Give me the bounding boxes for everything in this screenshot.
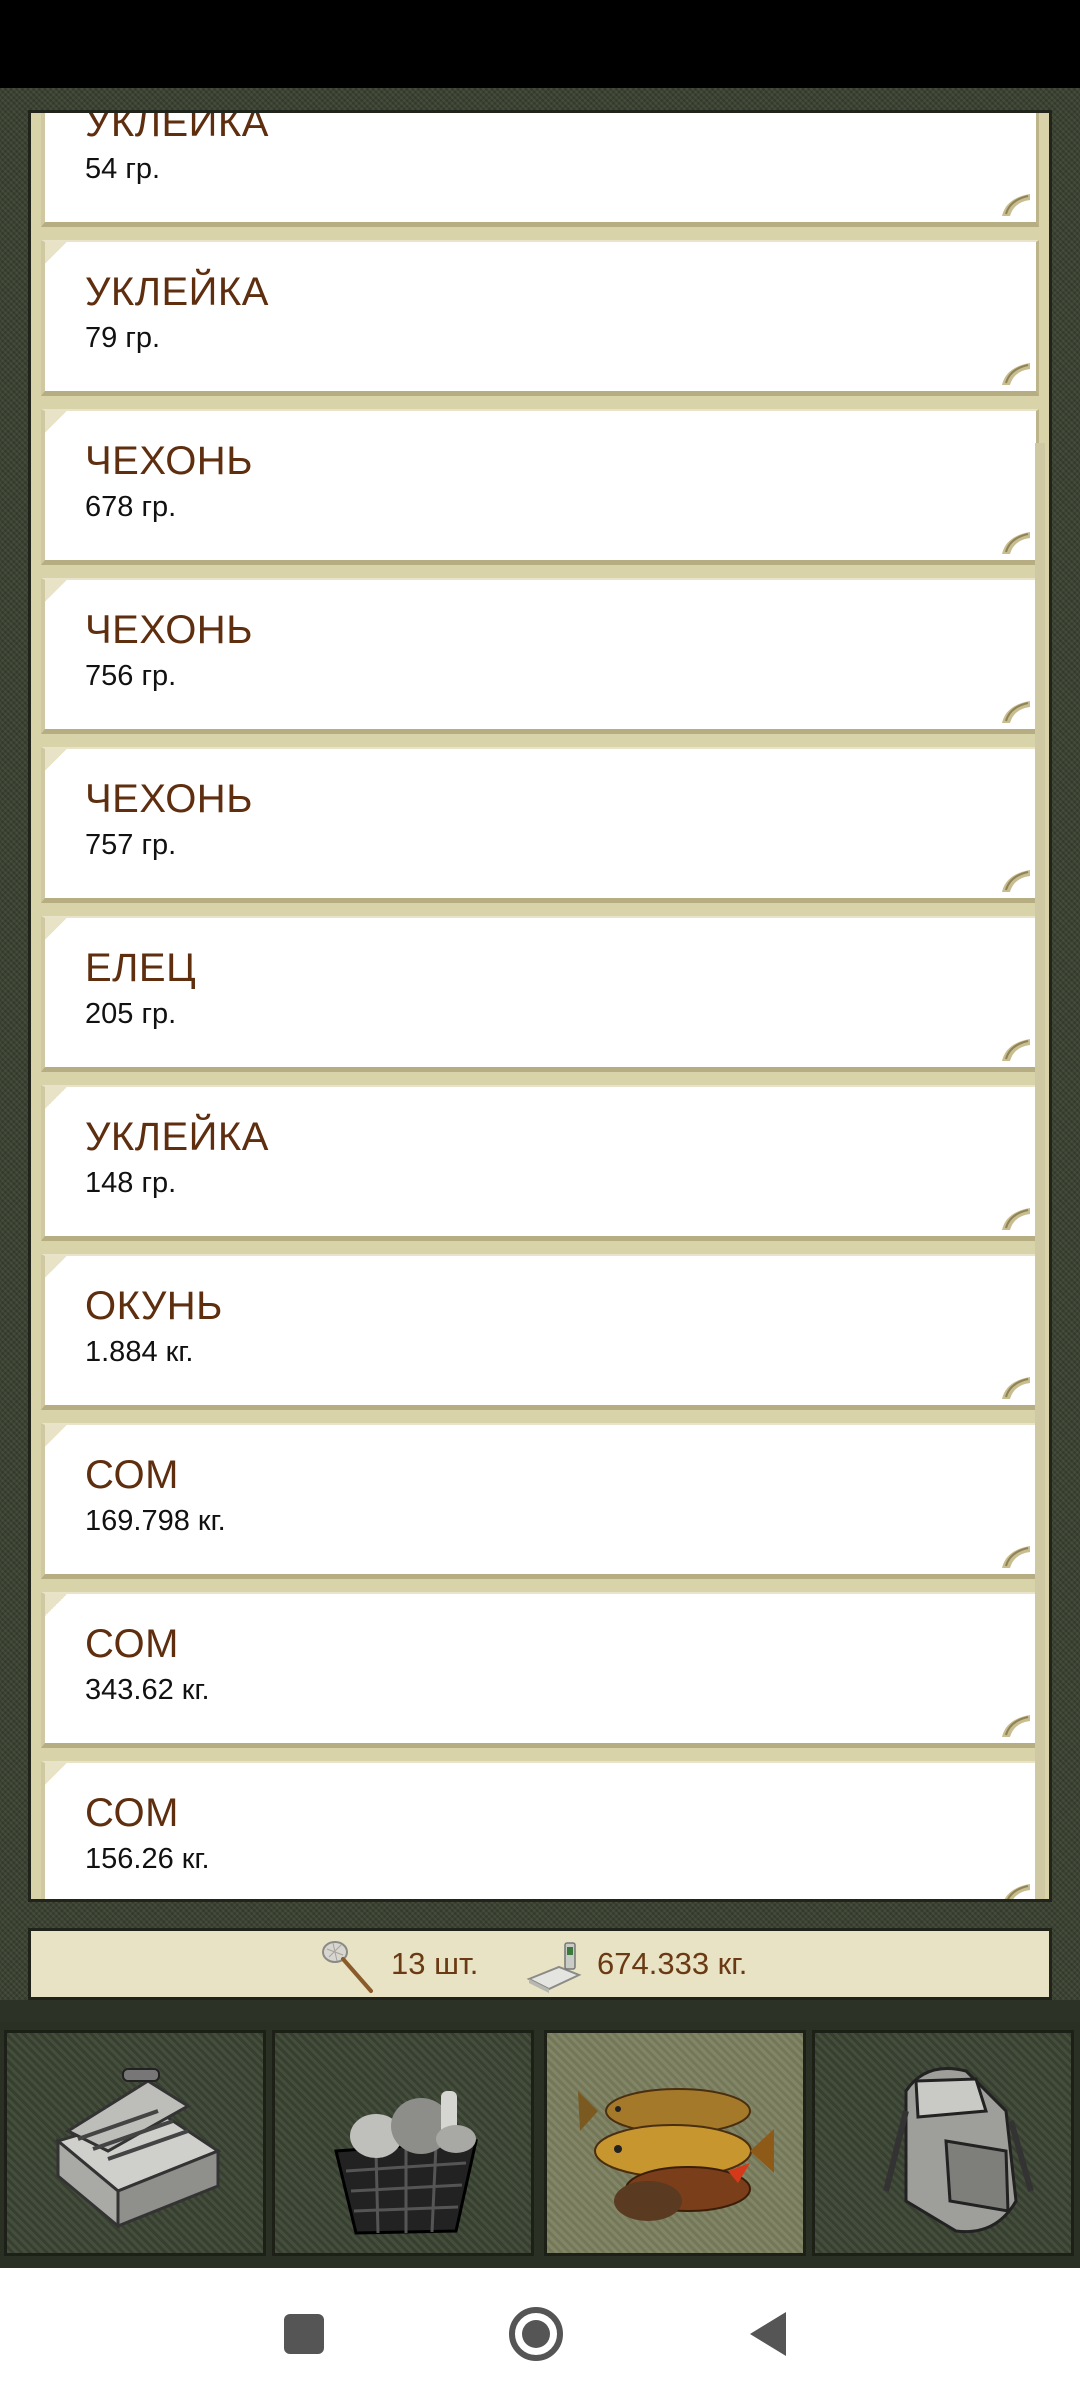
fish-name: СОМ [85,1791,179,1835]
page-curl-icon [1002,532,1030,554]
scale-icon [526,1942,582,1993]
catch-card[interactable]: ЧЕХОНЬ 756 гр. [41,578,1039,734]
fish-weight: 148 гр. [85,1167,177,1199]
tab-tackle-box[interactable] [4,2030,266,2256]
fish-weight: 169.798 кг. [85,1505,226,1537]
fish-weight: 156.26 кг. [85,1843,210,1875]
catch-card[interactable]: УКЛЕЙКА 54 гр. [41,110,1039,227]
home-button[interactable] [504,2302,568,2366]
status-bar [0,0,1080,88]
basket-icon [334,2091,478,2235]
fish-weight: 1.884 кг. [85,1336,194,1368]
fish-weight: 54 гр. [85,153,161,185]
fish-catch-icon [578,2088,774,2221]
fish-weight: 343.62 кг. [85,1674,210,1706]
tab-basket[interactable] [272,2030,534,2256]
catch-card[interactable]: СОМ 343.62 кг. [41,1592,1039,1748]
catch-list-panel[interactable]: УКЛЕЙКА 54 гр. УКЛЕЙКА 79 гр. ЧЕХОНЬ 678 гр. Ч… [28,110,1052,1902]
fish-name: ЕЛЕЦ [85,946,197,990]
fish-name: СОМ [85,1453,179,1497]
fish-name: УКЛЕЙКА [85,270,269,314]
backpack-icon [883,2067,1034,2234]
fish-name: СОМ [85,1622,179,1666]
catch-card[interactable]: СОМ 169.798 кг. [41,1423,1039,1579]
catch-card[interactable]: ОКУНЬ 1.884 кг. [41,1254,1039,1410]
fish-name: ЧЕХОНЬ [85,439,253,483]
tackle-box-icon [54,2068,222,2230]
catch-card[interactable]: ЧЕХОНЬ 678 гр. [41,409,1039,565]
page-curl-icon [1002,1377,1030,1399]
fish-name: ЧЕХОНЬ [85,777,253,821]
page-curl-icon [1002,1208,1030,1230]
catch-card[interactable]: СОМ 156.26 кг. [41,1761,1039,1899]
catch-summary: 13 шт. 674.333 кг. [28,1928,1052,2000]
catch-card[interactable]: УКЛЕЙКА 79 гр. [41,240,1039,396]
catch-card[interactable]: ЧЕХОНЬ 757 гр. [41,747,1039,903]
catch-card[interactable]: УКЛЕЙКА 148 гр. [41,1085,1039,1241]
page-curl-icon [1002,1546,1030,1568]
fish-weight: 678 гр. [85,491,177,523]
fish-weight: 756 гр. [85,660,177,692]
total-weight: 674.333 кг. [597,1946,748,1981]
tab-backpack[interactable] [812,2030,1074,2256]
system-navigation-bar [0,2268,1080,2400]
scrollbar[interactable] [1035,443,1045,1899]
page-curl-icon [1004,1884,1030,1899]
fish-name: УКЛЕЙКА [85,110,269,145]
fish-name: ОКУНЬ [85,1284,223,1328]
catch-card[interactable]: ЕЛЕЦ 205 гр. [41,916,1039,1072]
fish-weight: 205 гр. [85,998,177,1030]
tab-fish-catch[interactable] [544,2030,806,2256]
landing-net-icon [322,1941,373,1993]
bottom-tab-bar [0,2022,1080,2268]
catch-count: 13 шт. [391,1946,479,1981]
page-curl-icon [1002,363,1030,385]
page-curl-icon [1002,870,1030,892]
fish-weight: 79 гр. [85,322,161,354]
back-button[interactable] [738,2302,802,2366]
fish-name: ЧЕХОНЬ [85,608,253,652]
page-curl-icon [1002,701,1030,723]
page-curl-icon [1002,1039,1030,1061]
page-curl-icon [1002,1715,1030,1737]
fish-name: УКЛЕЙКА [85,1115,269,1159]
fish-weight: 757 гр. [85,829,177,861]
recents-button[interactable] [272,2302,336,2366]
page-curl-icon [1002,194,1030,216]
